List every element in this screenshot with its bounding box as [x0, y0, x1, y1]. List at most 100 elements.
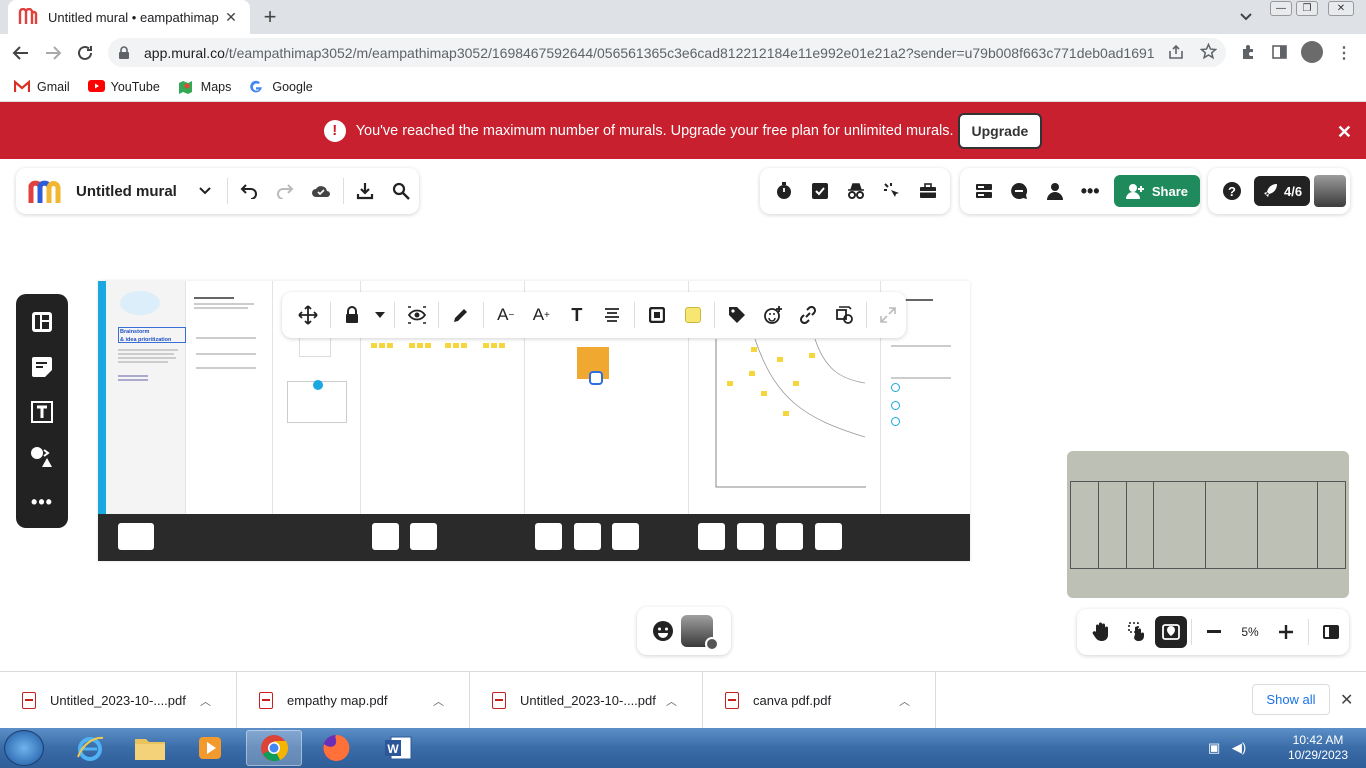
frame-thumbnail[interactable]	[698, 523, 725, 550]
sticky-note[interactable]	[483, 343, 489, 348]
private-mode-icon[interactable]	[838, 173, 874, 209]
more-options-icon[interactable]: •••	[1072, 173, 1107, 209]
chevron-up-icon[interactable]: ︿	[666, 693, 690, 709]
download-item[interactable]: empathy map.pdf ︿	[237, 672, 470, 729]
sticky-note[interactable]	[809, 353, 815, 358]
text-tool-icon[interactable]	[22, 392, 62, 431]
share-page-icon[interactable]	[1168, 44, 1184, 60]
frame-thumbnail[interactable]	[737, 523, 764, 550]
info-card[interactable]	[287, 380, 347, 423]
network-icon[interactable]: ▣	[1208, 740, 1220, 755]
bookmark-gmail[interactable]: Gmail	[14, 79, 70, 94]
media-player-icon[interactable]	[182, 730, 238, 766]
frame-thumbnail[interactable]	[372, 523, 399, 550]
lock-dropdown-chevron-icon[interactable]	[370, 297, 390, 333]
text-format-icon[interactable]: T	[559, 297, 595, 333]
upgrade-button[interactable]: Upgrade	[957, 112, 1043, 149]
zoom-level[interactable]: 5%	[1232, 625, 1268, 639]
mural-title[interactable]: Untitled mural	[76, 183, 187, 200]
sticky-note[interactable]	[727, 381, 733, 386]
sticky-note[interactable]	[751, 347, 757, 352]
link-icon[interactable]	[790, 297, 826, 333]
sticky-note[interactable]	[499, 343, 505, 348]
increase-font-icon[interactable]: A +	[524, 297, 560, 333]
outline-icon[interactable]	[966, 173, 1001, 209]
sticky-note[interactable]	[387, 343, 393, 348]
fill-color-swatch[interactable]	[675, 297, 711, 333]
sticky-note[interactable]	[461, 343, 467, 348]
bookmark-maps[interactable]: Maps	[178, 80, 231, 94]
side-panel-icon[interactable]	[1272, 45, 1287, 59]
frame-thumbnail[interactable]	[118, 523, 154, 550]
system-tray[interactable]: ▣ ◀)	[1208, 740, 1246, 756]
tab-search-chevron-icon[interactable]	[1234, 6, 1258, 28]
user-avatar[interactable]	[1314, 175, 1346, 207]
frame-thumbnail[interactable]	[410, 523, 437, 550]
file-explorer-icon[interactable]	[122, 730, 178, 766]
zoom-in-icon[interactable]	[1268, 614, 1304, 650]
download-item[interactable]: Untitled_2023-10-....pdf ︿	[470, 672, 703, 729]
chrome-taskbar-icon[interactable]	[246, 730, 302, 766]
frame-thumbnail[interactable]	[815, 523, 842, 550]
minimize-button[interactable]: —	[1270, 1, 1292, 16]
internet-explorer-icon[interactable]	[62, 730, 118, 766]
sticky-note[interactable]	[491, 343, 497, 348]
focus-eye-icon[interactable]	[399, 297, 435, 333]
taskbar-clock[interactable]: 10:42 AM 10/29/2023	[1280, 733, 1356, 763]
banner-close-icon[interactable]: ✕	[1337, 122, 1352, 143]
sticky-note[interactable]	[749, 371, 755, 376]
members-icon[interactable]	[1037, 173, 1072, 209]
zoom-out-icon[interactable]	[1196, 614, 1232, 650]
sticky-note[interactable]	[379, 343, 385, 348]
emoji-smile-icon[interactable]	[645, 613, 681, 649]
download-item[interactable]: Untitled_2023-10-....pdf ︿	[0, 672, 237, 729]
volume-icon[interactable]: ◀)	[1232, 740, 1246, 755]
templates-icon[interactable]	[22, 302, 62, 341]
summon-cursor-icon[interactable]	[874, 173, 910, 209]
collaborator-avatar[interactable]	[681, 615, 719, 651]
decrease-font-icon[interactable]: A −	[488, 297, 524, 333]
info-card[interactable]	[299, 337, 331, 357]
voting-check-icon[interactable]	[802, 173, 838, 209]
back-arrow-icon[interactable]	[8, 40, 34, 66]
sticky-note-icon[interactable]	[22, 347, 62, 386]
selection-handle[interactable]	[589, 371, 603, 385]
window-close-button[interactable]: ✕	[1328, 1, 1354, 16]
intro-column[interactable]: Brainstorm & idea prioritization	[106, 281, 186, 514]
forward-arrow-icon[interactable]	[40, 40, 66, 66]
toggle-minimap-icon[interactable]	[1313, 614, 1349, 650]
restore-button[interactable]: ❐	[1296, 1, 1318, 16]
border-style-icon[interactable]	[639, 297, 675, 333]
add-reaction-icon[interactable]	[755, 297, 791, 333]
extensions-puzzle-icon[interactable]	[1240, 44, 1256, 60]
more-tools-icon[interactable]: •••	[22, 483, 62, 522]
timer-icon[interactable]	[766, 173, 802, 209]
lock-icon[interactable]	[335, 297, 371, 333]
sticky-note[interactable]	[371, 343, 377, 348]
edit-pencil-icon[interactable]	[443, 297, 479, 333]
title-dropdown-chevron-icon[interactable]	[187, 173, 223, 209]
address-bar[interactable]: app.mural.co/t/eampathimap3052/m/eampath…	[108, 38, 1226, 67]
mural-logo-icon[interactable]	[28, 177, 62, 205]
download-item[interactable]: canva pdf.pdf ︿	[703, 672, 936, 729]
tag-icon[interactable]	[719, 297, 755, 333]
chrome-menu-icon[interactable]: ⋮	[1336, 43, 1352, 63]
toolbox-icon[interactable]	[910, 173, 946, 209]
show-all-downloads-button[interactable]: Show all	[1252, 684, 1330, 715]
downloads-close-icon[interactable]: ✕	[1340, 690, 1353, 710]
undo-icon[interactable]	[232, 173, 268, 209]
comments-icon[interactable]	[1001, 173, 1036, 209]
start-button[interactable]	[4, 730, 44, 766]
share-button[interactable]: Share	[1113, 175, 1201, 207]
expand-icon[interactable]	[871, 297, 907, 333]
search-icon[interactable]	[383, 173, 419, 209]
redo-icon[interactable]	[267, 173, 303, 209]
firefox-icon[interactable]	[308, 730, 364, 766]
bookmark-google[interactable]: Google	[249, 80, 313, 94]
sticky-note[interactable]	[777, 357, 783, 362]
sticky-note[interactable]	[453, 343, 459, 348]
cloud-saved-icon[interactable]	[303, 173, 339, 209]
chevron-up-icon[interactable]: ︿	[899, 693, 923, 709]
bookmark-star-icon[interactable]	[1200, 43, 1217, 60]
profile-avatar[interactable]	[1301, 41, 1323, 63]
